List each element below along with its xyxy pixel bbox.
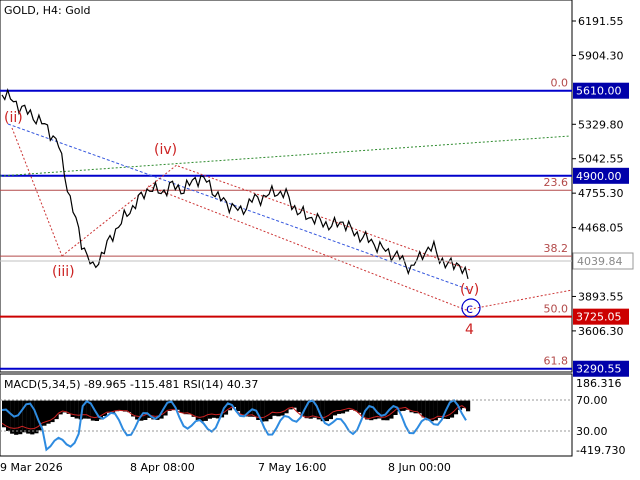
macd-bar [18, 400, 23, 435]
macd-bar [236, 400, 241, 412]
macd-bar [268, 400, 273, 420]
macd-bar [272, 400, 277, 416]
indicator-tick-186: 186.316 [576, 377, 622, 390]
macd-bar [215, 400, 220, 419]
fib-level-label: 0.0 [551, 77, 569, 90]
macd-bar [123, 400, 128, 412]
macd-bar [353, 400, 358, 411]
fib-level-label: 50.0 [544, 303, 569, 316]
price-tick-label: 5042.55 [578, 153, 624, 166]
indicator-tick-30: 30.00 [576, 425, 608, 438]
indicator-axis: 186.316 70.00 30.00 -419.730 [576, 377, 625, 457]
level-price-label: 5610.00 [576, 85, 622, 98]
macd-bar [437, 400, 442, 418]
macd-bar [207, 400, 212, 419]
time-label-2: 8 Apr 08:00 [130, 461, 195, 474]
price-tick-label: 5904.30 [578, 49, 624, 62]
macd-bar [466, 400, 471, 412]
time-label-3: 7 May 16:00 [258, 461, 326, 474]
macd-bar [296, 400, 301, 412]
macd-bar [357, 400, 362, 413]
macd-bar [340, 400, 346, 414]
price-tick-label: 3606.30 [578, 325, 624, 338]
indicator-tick-70: 70.00 [576, 394, 608, 407]
current-price-label: 4039.84 [577, 255, 623, 268]
macd-bar [292, 400, 297, 408]
level-price-label: 4900.00 [576, 170, 622, 183]
price-axis: 6191.55 5904.30 5329.80 5042.55 4755.30 4468.… [572, 15, 629, 377]
macd-bar [115, 400, 120, 412]
macd-bar [425, 400, 430, 421]
price-tick-label: 6191.55 [578, 15, 624, 28]
chart-title: GOLD, H4: Gold [4, 4, 91, 17]
macd-bar [106, 400, 112, 413]
price-tick-label: 5329.80 [578, 118, 624, 131]
macd-bar [179, 400, 184, 413]
fib-level-label: 38.2 [544, 242, 569, 255]
indicator-label: MACD(5,34,5) -89.965 -115.481 RSI(14) 40… [4, 378, 258, 391]
macd-bar [127, 400, 132, 413]
macd-bar [203, 400, 208, 421]
macd-bar [183, 400, 188, 415]
macd-bar [199, 400, 204, 422]
wave-label-4: 4 [465, 322, 474, 338]
time-label-1: 9 Mar 2026 [0, 461, 63, 474]
macd-bar [264, 400, 269, 422]
price-tick-label: 4468.05 [578, 222, 624, 235]
macd-bar [74, 400, 79, 419]
macd-bar [328, 400, 333, 420]
level-price-label: 3725.05 [576, 311, 622, 324]
macd-bar [421, 400, 426, 418]
macd-bar [187, 400, 192, 415]
macd-bar [240, 400, 245, 415]
price-tick-label: 4755.30 [578, 187, 624, 200]
macd-bar [345, 400, 350, 412]
price-tick-label: 3893.55 [578, 290, 624, 303]
indicator-tick-minus419: -419.730 [576, 444, 625, 457]
macd-bar [119, 400, 124, 411]
macd-bar [324, 400, 329, 422]
wave-label-c: c [466, 302, 473, 317]
wave-label-iv: (iv) [154, 142, 177, 158]
macd-bar [332, 400, 338, 416]
macd-bar [143, 400, 148, 420]
macd-bar [284, 400, 289, 414]
wave-label-v: (v) [460, 282, 479, 298]
time-axis: 9 Mar 2026 8 Apr 08:00 7 May 16:00 8 Jun… [0, 461, 451, 474]
macd-bar [401, 400, 406, 411]
macd-bar [280, 400, 285, 416]
level-price-label: 3290.55 [576, 363, 622, 376]
macd-bar [417, 400, 422, 414]
wave-label-iii: (iii) [52, 264, 75, 280]
macd-bar [276, 400, 281, 417]
macd-bar [336, 400, 342, 414]
trading-chart[interactable]: GOLD, H4: Gold 0.023.638.250.061.8 (ii) … [0, 0, 640, 480]
fib-level-label: 23.6 [544, 176, 569, 189]
fib-level-label: 61.8 [544, 355, 569, 368]
macd-bar [429, 400, 434, 422]
time-label-4: 8 Jun 00:00 [388, 461, 451, 474]
wave-label-ii: (ii) [4, 110, 23, 126]
macd-bar [14, 400, 19, 435]
